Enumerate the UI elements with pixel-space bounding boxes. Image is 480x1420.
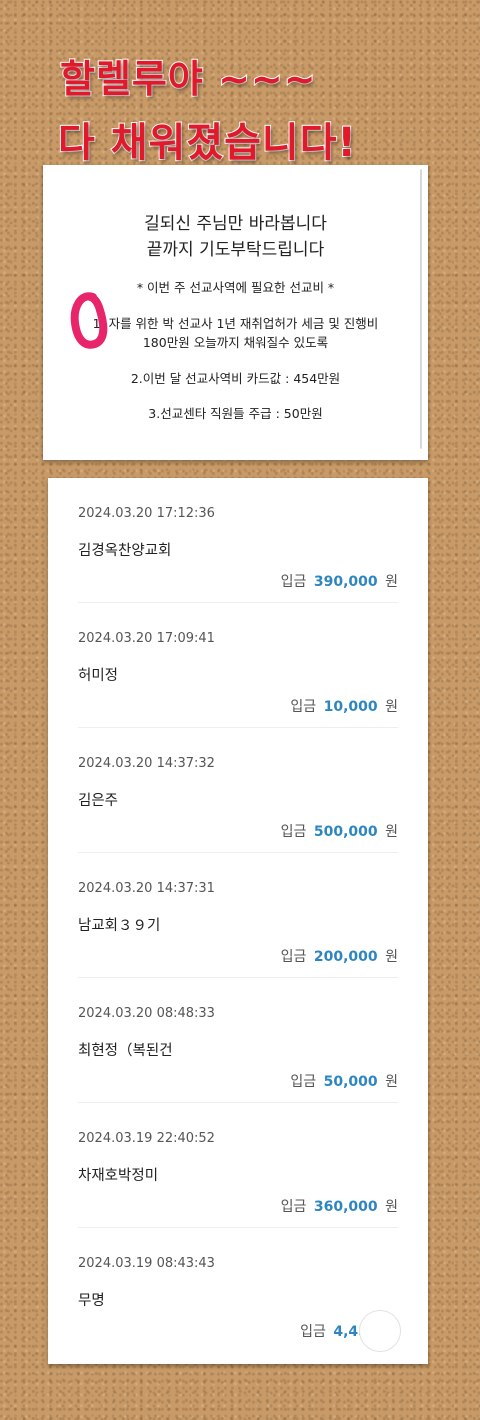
- transaction-datetime: 2024.03.20 14:37:32: [78, 756, 215, 771]
- transaction-amount: 200,000: [313, 949, 378, 965]
- transaction-amount-row: 입금 390,000 원: [281, 571, 398, 591]
- transaction-amount: 10,000: [323, 699, 378, 715]
- prayer-item-2: 2.이번 달 선교사역비 카드값 : 454만원: [130, 371, 341, 386]
- transaction-amount: 50,000: [323, 1074, 378, 1090]
- transaction-depositor: 차재호박정미: [78, 1168, 159, 1184]
- transaction-datetime: 2024.03.20 08:48:33: [78, 1006, 215, 1021]
- transaction-row: 2024.03.20 14:37:31 남교회３９기 입금 200,000 원: [78, 853, 398, 978]
- transaction-currency: 원: [385, 949, 398, 965]
- transaction-amount-row: 입금 360,000 원: [281, 1196, 398, 1216]
- transaction-type: 입금: [280, 824, 307, 840]
- prayer-item-3: 3.선교센타 직원들 주급 : 50만원: [148, 406, 323, 421]
- transaction-currency: 원: [385, 574, 398, 590]
- transaction-type: 입금: [290, 1074, 317, 1090]
- transaction-type: 입금: [280, 1199, 307, 1215]
- scroll-top-button[interactable]: [359, 1310, 401, 1352]
- transaction-list: 2024.03.20 17:12:36 김경옥찬양교회 입금 390,000 원…: [48, 478, 428, 1364]
- transaction-currency: 원: [385, 699, 398, 715]
- transaction-type: 입금: [300, 1324, 326, 1340]
- transaction-row: 2024.03.19 22:40:52 차재호박정미 입금 360,000 원: [78, 1103, 398, 1228]
- transaction-amount: 360,000: [313, 1199, 378, 1215]
- transaction-row: 2024.03.20 14:37:32 김은주 입금 500,000 원: [78, 728, 398, 853]
- prayer-title-1: 길되신 주님만 바라봅니다: [144, 214, 327, 234]
- transaction-row: 2024.03.20 17:12:36 김경옥찬양교회 입금 390,000 원: [78, 478, 398, 603]
- transaction-depositor: 무명: [78, 1293, 105, 1309]
- transaction-amount: 390,000: [313, 574, 378, 590]
- transaction-type: 입금: [290, 699, 317, 715]
- transaction-amount-row: 입금 50,000 원: [290, 1071, 398, 1091]
- transaction-datetime: 2024.03.20 17:12:36: [78, 506, 215, 521]
- transaction-depositor: 허미정: [78, 668, 119, 684]
- transaction-amount-row: 입금 500,000 원: [281, 821, 398, 841]
- transaction-type: 입금: [280, 574, 307, 590]
- transaction-row: 2024.03.19 08:43:43 무명 입금 4,457 원: [78, 1228, 398, 1353]
- headline-hallelujah: 할렐루야 ~~~: [59, 56, 317, 102]
- transaction-currency: 원: [385, 1199, 398, 1215]
- transaction-datetime: 2024.03.19 22:40:52: [78, 1131, 215, 1146]
- transaction-datetime: 2024.03.20 14:37:31: [78, 881, 215, 896]
- transaction-currency: 원: [385, 824, 398, 840]
- transaction-row: 2024.03.20 08:48:33 최현정（복된건 입금 50,000 원: [78, 978, 398, 1103]
- transaction-amount-row: 입금 200,000 원: [281, 946, 398, 966]
- prayer-card-scrollbar: [420, 169, 422, 449]
- prayer-title-2: 끝까지 기도부탁드립니다: [146, 240, 325, 260]
- transaction-depositor: 김경옥찬양교회: [78, 543, 172, 559]
- transaction-depositor: 남교회３９기: [78, 918, 161, 934]
- pink-circle-mark: [70, 292, 108, 349]
- prayer-request-card: 길되신 주님만 바라봅니다 끝까지 기도부탁드립니다 * 이번 주 선교사역에 …: [43, 165, 428, 460]
- transaction-datetime: 2024.03.20 17:09:41: [78, 631, 215, 646]
- transaction-depositor: 최현정（복된건: [78, 1043, 173, 1059]
- transaction-datetime: 2024.03.19 08:43:43: [78, 1256, 215, 1271]
- transaction-type: 입금: [280, 949, 307, 965]
- transaction-currency: 원: [385, 1074, 398, 1090]
- transaction-amount: 500,000: [313, 824, 378, 840]
- transaction-depositor: 김은주: [78, 793, 119, 809]
- transaction-row: 2024.03.20 17:09:41 허미정 입금 10,000 원: [78, 603, 398, 728]
- transaction-amount-row: 입금 10,000 원: [290, 696, 398, 716]
- headline-filled: 다 채워졌습니다!: [57, 119, 357, 167]
